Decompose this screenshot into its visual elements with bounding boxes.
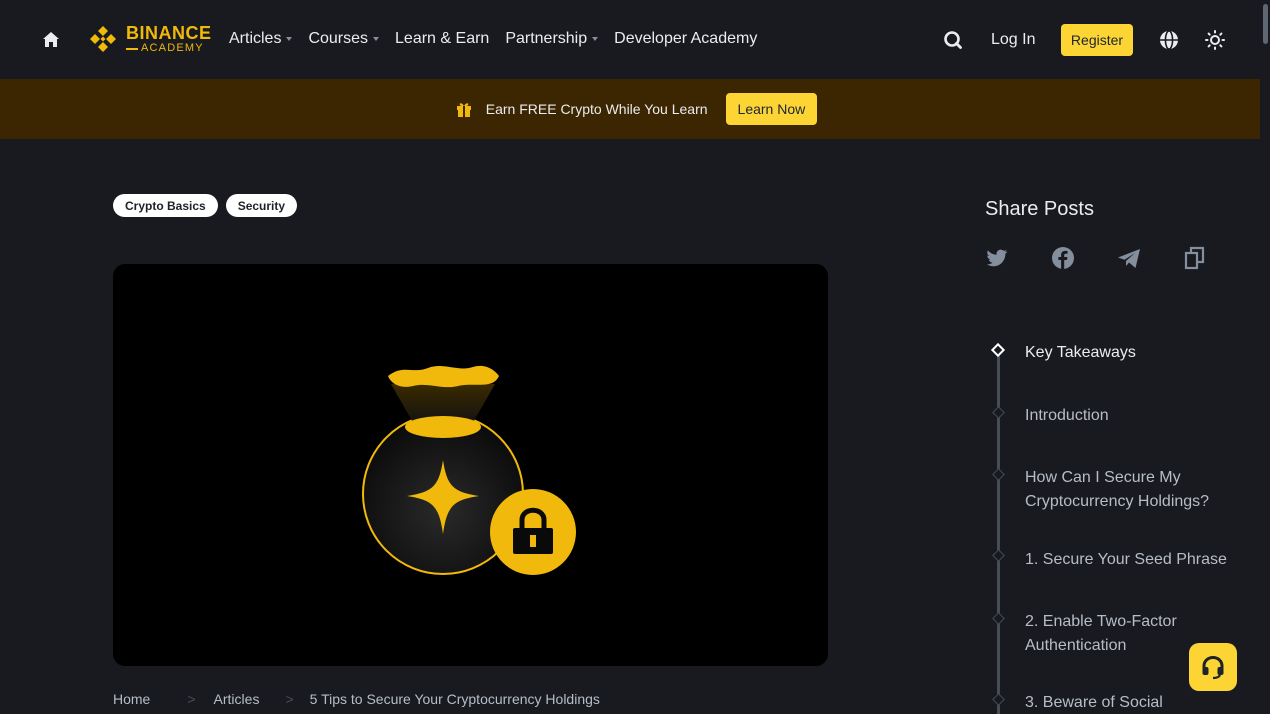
register-button[interactable]: Register (1061, 24, 1133, 56)
tag-security[interactable]: Security (225, 194, 298, 217)
sun-icon (1205, 30, 1225, 50)
caret-down-icon (592, 37, 599, 41)
toc-marker (992, 549, 1005, 562)
breadcrumb-home[interactable]: Home (113, 691, 150, 707)
promo-text: Earn FREE Crypto While You Learn (485, 101, 708, 117)
article-tags: Crypto Basics Security (113, 194, 305, 217)
toc-marker (992, 693, 1005, 706)
facebook-icon (1052, 247, 1074, 269)
money-bag-lock-illustration (362, 365, 576, 575)
caret-down-icon (373, 37, 380, 41)
telegram-icon (1118, 249, 1140, 268)
share-facebook-button[interactable] (1050, 245, 1076, 271)
binance-logo-icon (90, 26, 116, 52)
nav-developer-academy[interactable]: Developer Academy (614, 30, 757, 48)
toc-marker (992, 468, 1005, 481)
breadcrumb: Home > Articles > 5 Tips to Secure Your … (113, 691, 600, 707)
breadcrumb-current: 5 Tips to Secure Your Cryptocurrency Hol… (309, 691, 600, 707)
nav-partnership-label: Partnership (505, 30, 588, 47)
promo-banner: Earn FREE Crypto While You Learn Learn N… (0, 79, 1260, 139)
home-button[interactable] (38, 27, 64, 53)
nav-partnership[interactable]: Partnership (505, 30, 599, 48)
copy-link-icon (1184, 246, 1205, 270)
article-hero-image (113, 264, 828, 666)
main-nav: Articles Courses Learn & Earn Partnershi… (229, 30, 773, 48)
gift-icon (456, 103, 471, 117)
nav-articles[interactable]: Articles (229, 30, 293, 48)
share-telegram-button[interactable] (1116, 245, 1142, 271)
login-link[interactable]: Log In (991, 31, 1035, 49)
copy-link-button[interactable] (1182, 245, 1208, 271)
globe-icon (1160, 30, 1178, 50)
top-header: BINANCE ACADEMY Articles Courses Learn &… (0, 0, 1260, 79)
chevron-right-icon: > (187, 691, 196, 707)
toc-marker (992, 612, 1005, 625)
chevron-right-icon: > (285, 691, 294, 707)
share-posts-title: Share Posts (985, 198, 1094, 220)
toc-marker-active (990, 342, 1006, 358)
toc-item-beware-social[interactable]: 3. Beware of Social (1025, 691, 1240, 714)
binance-academy-logo[interactable]: BINANCE ACADEMY (86, 22, 212, 56)
headset-icon (1202, 655, 1224, 680)
toc-item-introduction[interactable]: Introduction (1025, 404, 1240, 428)
toc-marker (992, 406, 1005, 419)
tag-crypto-basics[interactable]: Crypto Basics (113, 194, 218, 217)
nav-courses[interactable]: Courses (308, 30, 380, 48)
twitter-icon (987, 249, 1008, 267)
nav-learn-earn[interactable]: Learn & Earn (395, 30, 489, 48)
logo-subtitle: ACADEMY (141, 42, 204, 54)
toc-item-key-takeaways[interactable]: Key Takeaways (1025, 341, 1240, 365)
toc-item-how-can-i-secure[interactable]: How Can I Secure My Cryptocurrency Holdi… (1025, 466, 1240, 514)
share-twitter-button[interactable] (984, 245, 1010, 271)
home-icon (43, 32, 59, 47)
scrollbar-thumb[interactable] (1263, 4, 1268, 44)
nav-developer-academy-label: Developer Academy (614, 30, 758, 47)
nav-learn-earn-label: Learn & Earn (395, 30, 490, 47)
search-icon (944, 31, 962, 49)
toc-item-seed-phrase[interactable]: 1. Secure Your Seed Phrase (1025, 548, 1240, 572)
language-button[interactable] (1157, 28, 1181, 52)
page: BINANCE ACADEMY Articles Courses Learn &… (0, 0, 1270, 714)
nav-articles-label: Articles (229, 30, 282, 47)
search-button[interactable] (941, 28, 965, 52)
caret-down-icon (286, 37, 293, 41)
nav-courses-label: Courses (308, 30, 369, 47)
breadcrumb-articles[interactable]: Articles (214, 691, 260, 707)
learn-now-button[interactable]: Learn Now (725, 93, 818, 125)
theme-toggle-button[interactable] (1203, 28, 1227, 52)
support-chat-button[interactable] (1189, 643, 1237, 691)
logo-wordmark: BINANCE (126, 23, 212, 43)
page-scrollbar[interactable] (1260, 0, 1270, 714)
